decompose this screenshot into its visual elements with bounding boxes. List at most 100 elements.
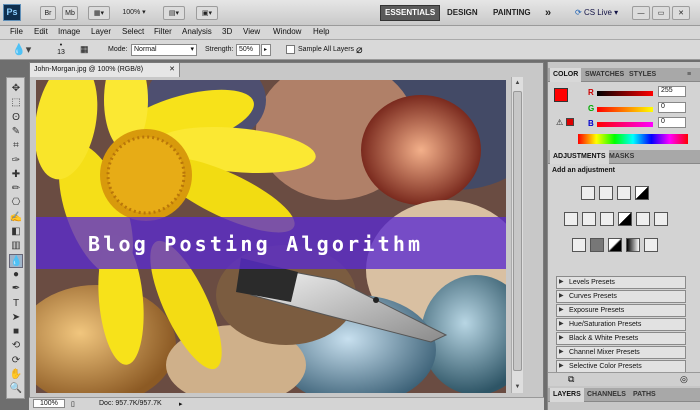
status-nav-icon[interactable]: ▯	[71, 400, 75, 408]
tab-swatches[interactable]: SWATCHES	[582, 68, 627, 82]
menu-image[interactable]: Image	[58, 27, 80, 36]
healing-tool-icon[interactable]: ✚	[9, 168, 23, 182]
red-value-input[interactable]: 255	[658, 86, 686, 97]
minimize-button[interactable]: —	[632, 6, 650, 20]
panel-menu-icon[interactable]: ≡	[684, 68, 694, 82]
curves-icon[interactable]	[617, 186, 631, 200]
exposure-icon[interactable]	[635, 186, 649, 200]
preset-item[interactable]: ▶ Curves Presets	[556, 290, 686, 303]
close-button[interactable]: ✕	[672, 6, 690, 20]
tab-channels[interactable]: CHANNELS	[584, 388, 629, 402]
posterize-icon[interactable]	[590, 238, 604, 252]
tab-styles[interactable]: STYLES	[626, 68, 659, 82]
brush-tool-icon[interactable]: ✏	[9, 182, 23, 196]
preset-item[interactable]: ▶ Levels Presets	[556, 276, 686, 289]
quick-select-tool-icon[interactable]: ✎	[9, 125, 23, 139]
zoom-tool-icon[interactable]: 🔍	[9, 382, 23, 396]
3d-rotate-tool-icon[interactable]: ⟲	[9, 339, 23, 353]
hue-saturation-icon[interactable]	[582, 212, 596, 226]
zoom-level-select[interactable]: 100% ▾	[120, 6, 148, 20]
channel-mixer-icon[interactable]	[654, 212, 668, 226]
dodge-tool-icon[interactable]: ●	[9, 268, 23, 282]
threshold-icon[interactable]	[608, 238, 622, 252]
scroll-thumb[interactable]	[513, 91, 522, 371]
warning-icon[interactable]: ⚠	[556, 118, 563, 127]
more-workspaces-button[interactable]: »	[545, 5, 551, 21]
smudge-tool-preset-icon[interactable]: 💧▾	[12, 43, 31, 56]
status-menu-icon[interactable]: ▸	[179, 400, 183, 408]
scroll-up-icon[interactable]: ▲	[513, 78, 522, 88]
color-balance-icon[interactable]	[600, 212, 614, 226]
menu-view[interactable]: View	[243, 27, 260, 36]
preset-item[interactable]: ▶ Exposure Presets	[556, 304, 686, 317]
mode-select[interactable]: Normal ▾	[131, 44, 197, 56]
eraser-tool-icon[interactable]: ◧	[9, 225, 23, 239]
restore-button[interactable]: ▭	[652, 6, 670, 20]
visibility-icon[interactable]: ◎	[680, 374, 688, 385]
status-zoom[interactable]: 100%	[33, 399, 65, 408]
mini-bridge-button[interactable]: Mb	[62, 6, 78, 20]
green-value-input[interactable]: 0	[658, 102, 686, 113]
blur-tool-icon[interactable]: 💧	[9, 253, 23, 268]
brush-picker[interactable]: • 13	[54, 42, 68, 56]
workspace-painting[interactable]: PAINTING	[493, 5, 531, 21]
view-extras-button[interactable]: ▦▾	[88, 6, 110, 20]
move-tool-icon[interactable]: ✥	[9, 82, 23, 96]
crop-tool-icon[interactable]: ⌗	[9, 139, 23, 153]
vibrance-icon[interactable]	[564, 212, 578, 226]
blue-slider[interactable]	[597, 122, 653, 127]
black-white-icon[interactable]	[618, 212, 632, 226]
preset-item[interactable]: ▶ Hue/Saturation Presets	[556, 318, 686, 331]
shape-tool-icon[interactable]: ■	[9, 325, 23, 339]
invert-icon[interactable]	[572, 238, 586, 252]
levels-icon[interactable]	[599, 186, 613, 200]
sample-all-layers-checkbox[interactable]	[286, 45, 295, 54]
green-slider[interactable]	[597, 107, 653, 112]
scroll-down-icon[interactable]: ▼	[513, 382, 522, 392]
cs-live-button[interactable]: ⟳ CS Live ▾	[575, 5, 618, 21]
history-brush-tool-icon[interactable]: ✍	[9, 211, 23, 225]
path-select-tool-icon[interactable]: ➤	[9, 311, 23, 325]
strength-input[interactable]: 50%	[236, 44, 260, 56]
menu-3d[interactable]: 3D	[222, 27, 232, 36]
menu-file[interactable]: File	[10, 27, 23, 36]
menu-window[interactable]: Window	[273, 27, 301, 36]
bridge-button[interactable]: Br	[40, 6, 56, 20]
hand-tool-icon[interactable]: ✋	[9, 368, 23, 382]
eyedropper-tool-icon[interactable]: ✑	[9, 154, 23, 168]
brightness-icon[interactable]	[581, 186, 595, 200]
vertical-scrollbar[interactable]: ▲ ▼	[511, 77, 523, 393]
strength-slider-button[interactable]: ▸	[261, 44, 271, 56]
arrange-documents-button[interactable]: ▤▾	[163, 6, 185, 20]
marquee-tool-icon[interactable]: ⬚	[9, 96, 23, 110]
red-slider[interactable]	[597, 91, 653, 96]
lasso-tool-icon[interactable]: ʘ	[9, 111, 23, 125]
preset-item[interactable]: ▶ Channel Mixer Presets	[556, 346, 686, 359]
document-tab[interactable]: John-Morgan.jpg @ 100% (RGB/8) ✕	[30, 63, 180, 77]
gradient-map-icon[interactable]	[626, 238, 640, 252]
pressure-icon[interactable]: ⌀	[356, 43, 363, 56]
menu-help[interactable]: Help	[313, 27, 329, 36]
menu-layer[interactable]: Layer	[91, 27, 111, 36]
menu-edit[interactable]: Edit	[34, 27, 48, 36]
gradient-tool-icon[interactable]: ▥	[9, 239, 23, 253]
photo-filter-icon[interactable]	[636, 212, 650, 226]
brush-panel-icon[interactable]: ▦	[80, 44, 89, 55]
menu-select[interactable]: Select	[122, 27, 144, 36]
tab-adjustments[interactable]: ADJUSTMENTS	[550, 150, 609, 164]
clip-layer-icon[interactable]: ⧉	[568, 374, 574, 385]
preset-item[interactable]: ▶ Black & White Presets	[556, 332, 686, 345]
selective-color-icon[interactable]	[644, 238, 658, 252]
gamut-swatch[interactable]	[566, 118, 574, 126]
pen-tool-icon[interactable]: ✒	[9, 282, 23, 296]
clone-stamp-tool-icon[interactable]: ⎔	[9, 196, 23, 210]
image-canvas[interactable]: Blog Posting Algorithm	[36, 80, 506, 393]
tab-layers[interactable]: LAYERS	[550, 388, 584, 402]
tab-paths[interactable]: PATHS	[630, 388, 659, 402]
foreground-swatch[interactable]	[554, 88, 568, 102]
menu-analysis[interactable]: Analysis	[182, 27, 212, 36]
tab-masks[interactable]: MASKS	[606, 150, 637, 164]
type-tool-icon[interactable]: T	[9, 297, 23, 311]
menu-filter[interactable]: Filter	[154, 27, 172, 36]
3d-orbit-tool-icon[interactable]: ⟳	[9, 354, 23, 368]
